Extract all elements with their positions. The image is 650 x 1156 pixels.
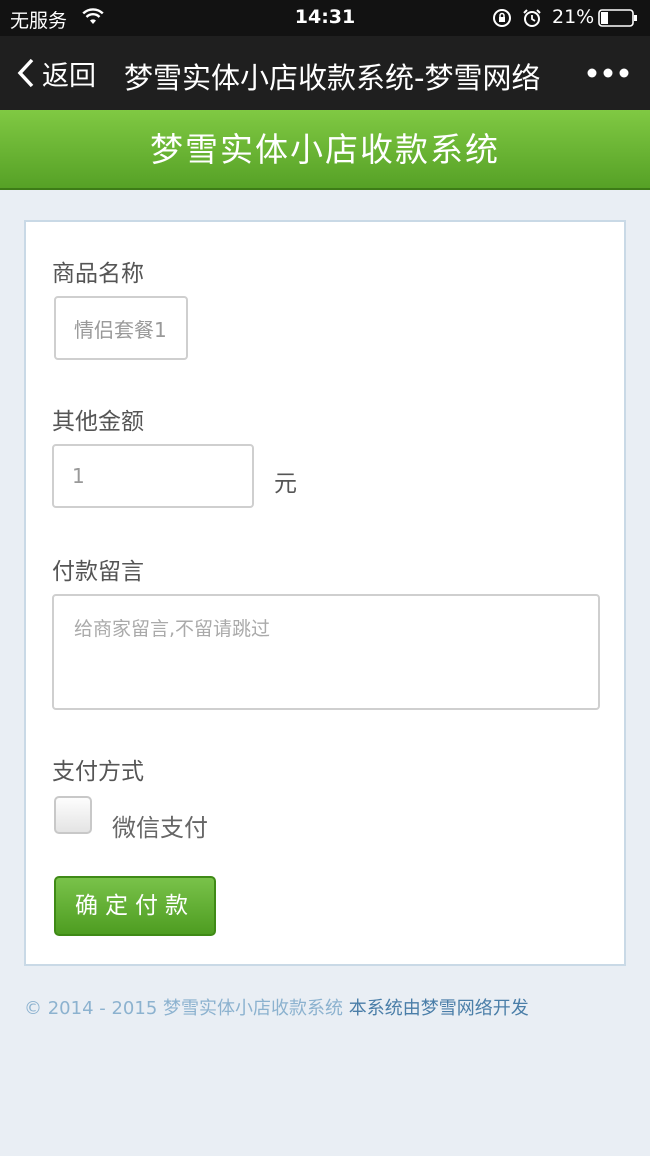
payment-form: 商品名称 情侣套餐1 其他金额 1 元 付款留言 给商家留言,不留请跳过 支付方… (24, 220, 626, 966)
back-button[interactable]: 返回 (16, 56, 96, 92)
amount-unit: 元 (274, 471, 297, 497)
footer: © 2014 - 2015 梦雪实体小店收款系统 本系统由梦雪网络开发 (24, 994, 529, 1020)
wechat-pay-checkbox[interactable] (54, 796, 92, 834)
status-bar: 无服务 14:31 21% (0, 0, 650, 36)
product-name-label: 商品名称 (52, 261, 144, 287)
back-label: 返回 (42, 60, 96, 92)
page-title: 梦雪实体小店收款系统 (0, 110, 650, 190)
developer-link[interactable]: 本系统由梦雪网络开发 (349, 998, 529, 1019)
more-icon[interactable] (586, 66, 630, 80)
nav-title: 梦雪实体小店收款系统-梦雪网络 (124, 61, 541, 95)
wechat-pay-label[interactable]: 微信支付 (112, 808, 208, 843)
submit-payment-button[interactable]: 确定付款 (54, 876, 216, 936)
payment-method-label: 支付方式 (52, 759, 144, 785)
battery-percent: 21% (552, 6, 595, 28)
rotation-lock-icon (493, 9, 511, 27)
message-label: 付款留言 (52, 559, 144, 585)
message-textarea[interactable]: 给商家留言,不留请跳过 (52, 594, 600, 710)
chevron-left-icon (17, 58, 34, 88)
amount-field[interactable]: 1 (52, 444, 254, 508)
copyright-text: © 2014 - 2015 梦雪实体小店收款系统 (24, 998, 349, 1019)
alarm-icon (523, 9, 541, 27)
product-name-field[interactable]: 情侣套餐1 (54, 296, 188, 360)
amount-label: 其他金额 (52, 409, 144, 435)
nav-bar: 返回 梦雪实体小店收款系统-梦雪网络 (0, 36, 650, 110)
battery-icon (598, 9, 637, 27)
